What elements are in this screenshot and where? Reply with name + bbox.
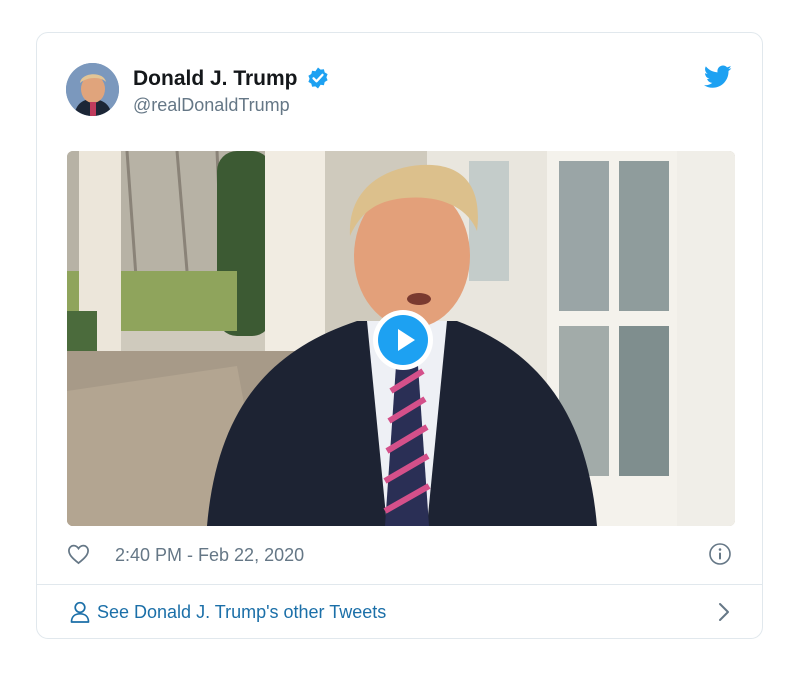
tweet-meta: 2:40 PM - Feb 22, 2020	[67, 541, 732, 569]
author-block: Donald J. Trump @realDonaldTrump	[133, 66, 330, 116]
see-other-tweets-link[interactable]: See Donald J. Trump's other Tweets	[37, 585, 762, 639]
play-button[interactable]	[373, 310, 433, 370]
author-handle[interactable]: @realDonaldTrump	[133, 94, 330, 116]
person-icon	[70, 601, 90, 623]
tweet-timestamp[interactable]: 2:40 PM - Feb 22, 2020	[115, 544, 304, 566]
heart-icon[interactable]	[67, 543, 90, 565]
info-icon[interactable]	[708, 542, 732, 566]
twitter-bird-icon[interactable]	[704, 65, 732, 89]
see-other-tweets-label[interactable]: See Donald J. Trump's other Tweets	[97, 601, 386, 623]
play-icon	[378, 315, 428, 365]
tweet-header: Donald J. Trump @realDonaldTrump	[66, 63, 732, 117]
verified-badge-icon	[308, 67, 328, 89]
video-player[interactable]	[67, 151, 735, 526]
avatar[interactable]	[66, 63, 119, 116]
tweet-embed-card: Donald J. Trump @realDonaldTrump 2:40 PM…	[36, 32, 763, 639]
chevron-right-icon[interactable]	[718, 602, 730, 622]
author-display-name[interactable]: Donald J. Trump	[133, 66, 298, 92]
